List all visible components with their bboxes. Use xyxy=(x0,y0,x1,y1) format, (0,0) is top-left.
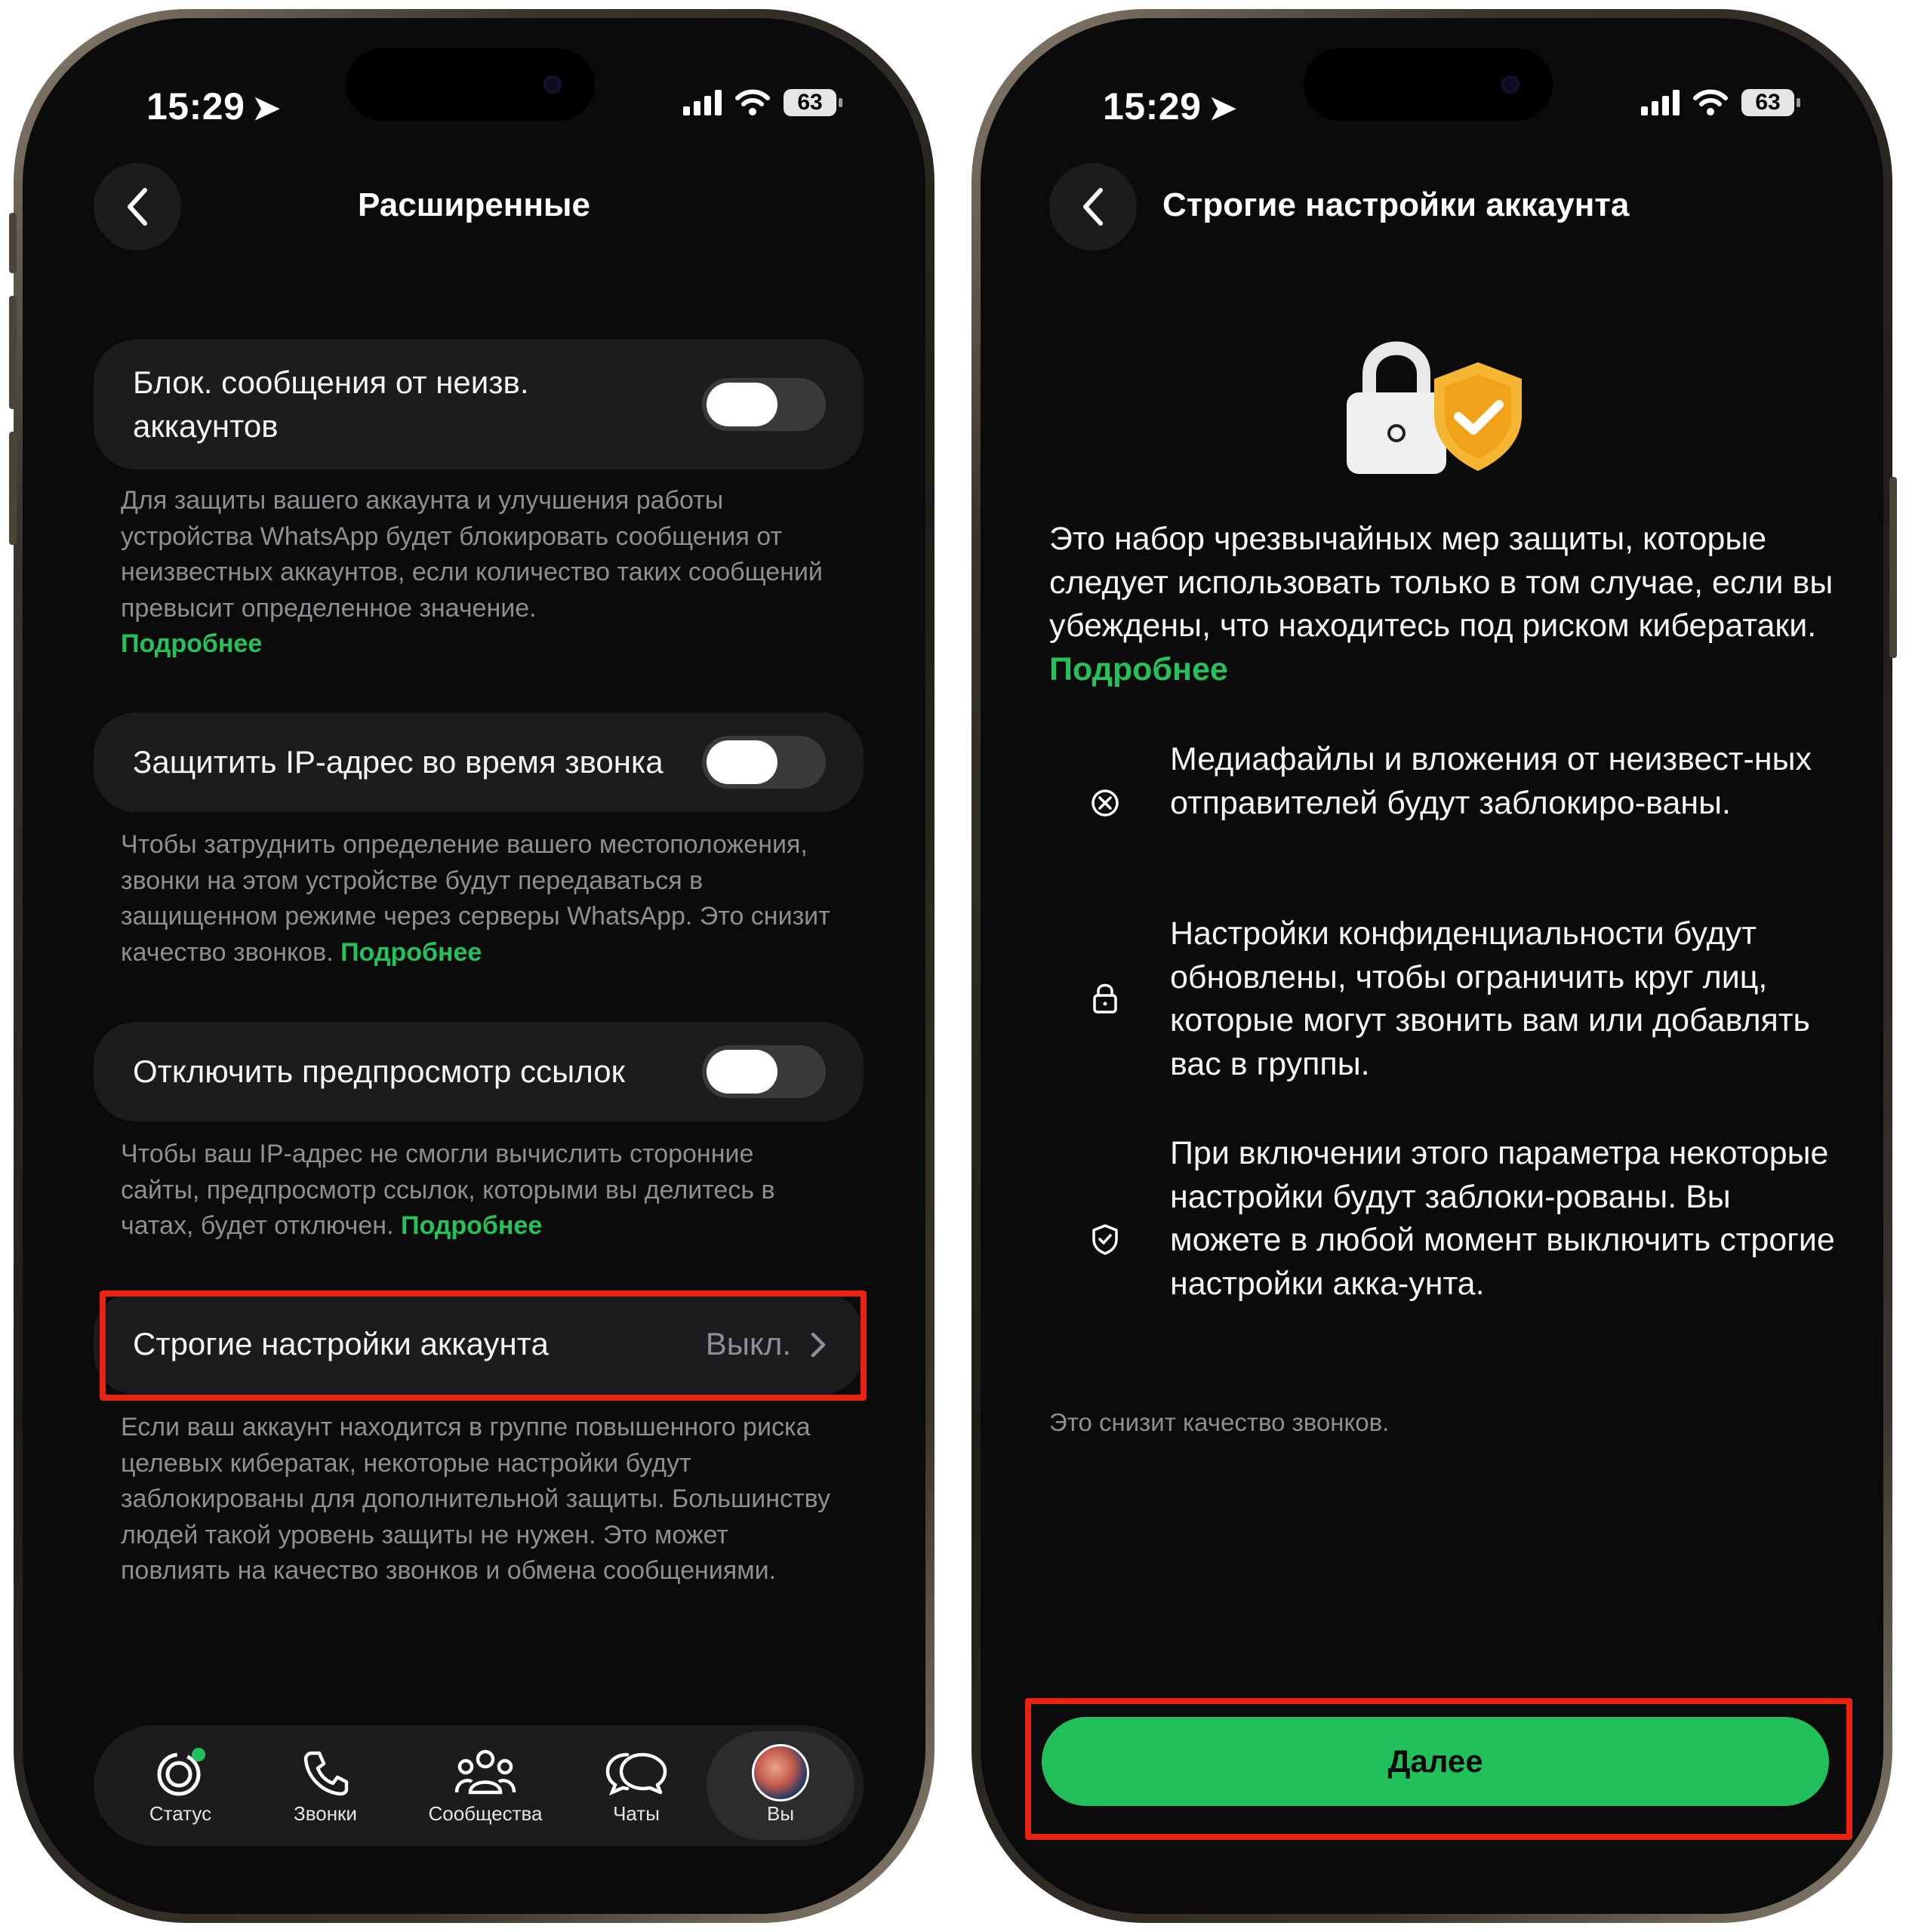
page-title: Строгие настройки аккаунта xyxy=(1162,186,1630,223)
volume-down-button xyxy=(9,432,17,545)
block-unknown-row[interactable]: Блок. сообщения от неизв. аккаунтов xyxy=(94,340,864,469)
strict-description: Если ваш аккаунт находится в группе повы… xyxy=(121,1413,830,1585)
status-time: 15:29 ➤ xyxy=(146,85,281,128)
row-label: Защитить IP-адрес во время звонка xyxy=(133,744,664,780)
row-description: Чтобы затруднить определение вашего мест… xyxy=(121,830,830,967)
disable-link-preview-row[interactable]: Отключить предпросмотр ссылок xyxy=(94,1022,864,1121)
lock-shield-illustration xyxy=(1347,341,1522,474)
battery-indicator: 63 xyxy=(1741,89,1800,116)
avatar xyxy=(752,1744,809,1801)
signal-icon xyxy=(1641,90,1680,115)
page-title: Расширенные xyxy=(358,186,590,223)
row-description: Чтобы ваш IP-адрес не смогли вычислить с… xyxy=(121,1140,775,1240)
feature-privacy-updated: Настройки конфиденциальности будут обнов… xyxy=(1170,915,1810,1082)
row-label: Отключить предпросмотр ссылок xyxy=(133,1054,625,1089)
battery-indicator: 63 xyxy=(784,89,842,116)
dynamic-island xyxy=(346,48,595,121)
back-button[interactable] xyxy=(1049,163,1137,251)
lock-icon xyxy=(1093,983,1117,1014)
intro-text: Это набор чрезвычайных мер защиты, котор… xyxy=(1049,521,1834,688)
status-time: 15:29 ➤ xyxy=(1103,85,1237,128)
protect-ip-toggle[interactable] xyxy=(702,736,826,789)
status-icon xyxy=(157,1748,205,1796)
tab-communities[interactable]: Сообщества xyxy=(406,1725,565,1846)
power-button xyxy=(1889,477,1897,658)
chevron-left-icon xyxy=(1083,188,1103,226)
volume-up-button xyxy=(9,296,17,409)
tab-bar: Статус Звонки Сообщества Чаты Вы xyxy=(94,1725,864,1846)
highlight-box-next xyxy=(1025,1698,1852,1840)
wifi-icon xyxy=(735,89,770,115)
highlight-box-strict xyxy=(100,1291,867,1401)
row-label: Блок. сообщения от неизв. аккаунтов xyxy=(133,365,529,444)
chat-icon xyxy=(605,1752,667,1796)
feature-settings-locked: При включении этого параметра некоторые … xyxy=(1170,1135,1835,1302)
tab-chats[interactable]: Чаты xyxy=(580,1725,693,1846)
link-preview-toggle[interactable] xyxy=(702,1045,826,1098)
blocked-icon xyxy=(1092,789,1119,817)
phone-icon xyxy=(303,1751,349,1796)
signal-icon xyxy=(683,90,722,115)
block-unknown-toggle[interactable] xyxy=(702,378,826,431)
learn-more-link[interactable]: Подробнее xyxy=(401,1211,542,1240)
learn-more-link[interactable]: Подробнее xyxy=(340,938,482,967)
tab-you[interactable]: Вы xyxy=(724,1725,837,1846)
shield-check-icon xyxy=(1092,1224,1118,1255)
row-description: Для защиты вашего аккаунта и улучшения р… xyxy=(121,486,823,658)
location-arrow-icon: ➤ xyxy=(252,90,281,127)
dynamic-island xyxy=(1304,48,1553,121)
location-arrow-icon: ➤ xyxy=(1209,90,1237,127)
wifi-icon xyxy=(1693,89,1728,115)
protect-ip-row[interactable]: Защитить IP-адрес во время звонка xyxy=(94,712,864,812)
feature-media-blocked: Медиафайлы и вложения от неизвест-ных от… xyxy=(1170,741,1812,821)
call-quality-note: Это снизит качество звонков. xyxy=(1049,1408,1390,1436)
tab-calls[interactable]: Звонки xyxy=(269,1725,382,1846)
learn-more-link[interactable]: Подробнее xyxy=(1049,651,1228,688)
tab-status[interactable]: Статус xyxy=(124,1725,237,1846)
learn-more-link[interactable]: Подробнее xyxy=(121,629,262,658)
communities-icon xyxy=(454,1749,516,1795)
